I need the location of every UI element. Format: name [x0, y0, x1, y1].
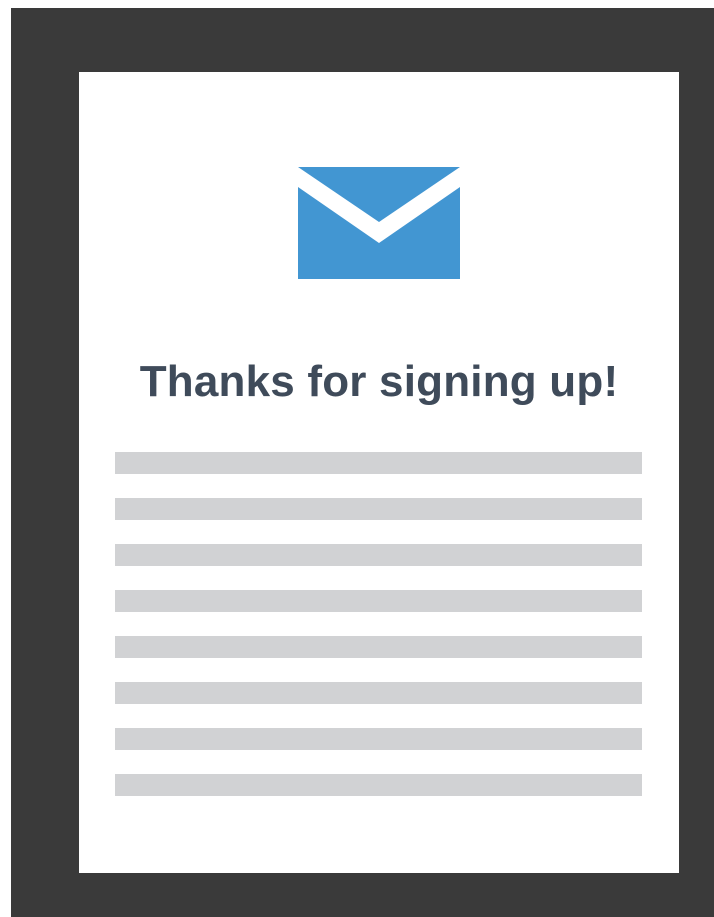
placeholder-line	[115, 544, 642, 566]
envelope-icon	[298, 167, 460, 279]
email-card: Thanks for signing up!	[79, 72, 679, 873]
placeholder-line	[115, 452, 642, 474]
placeholder-line	[115, 636, 642, 658]
placeholder-line	[115, 682, 642, 704]
placeholder-text-block	[115, 452, 642, 820]
page-title: Thanks for signing up!	[139, 357, 619, 406]
placeholder-line	[115, 590, 642, 612]
placeholder-line	[115, 774, 642, 796]
placeholder-line	[115, 498, 642, 520]
placeholder-line	[115, 728, 642, 750]
device-frame: Thanks for signing up!	[11, 8, 714, 917]
